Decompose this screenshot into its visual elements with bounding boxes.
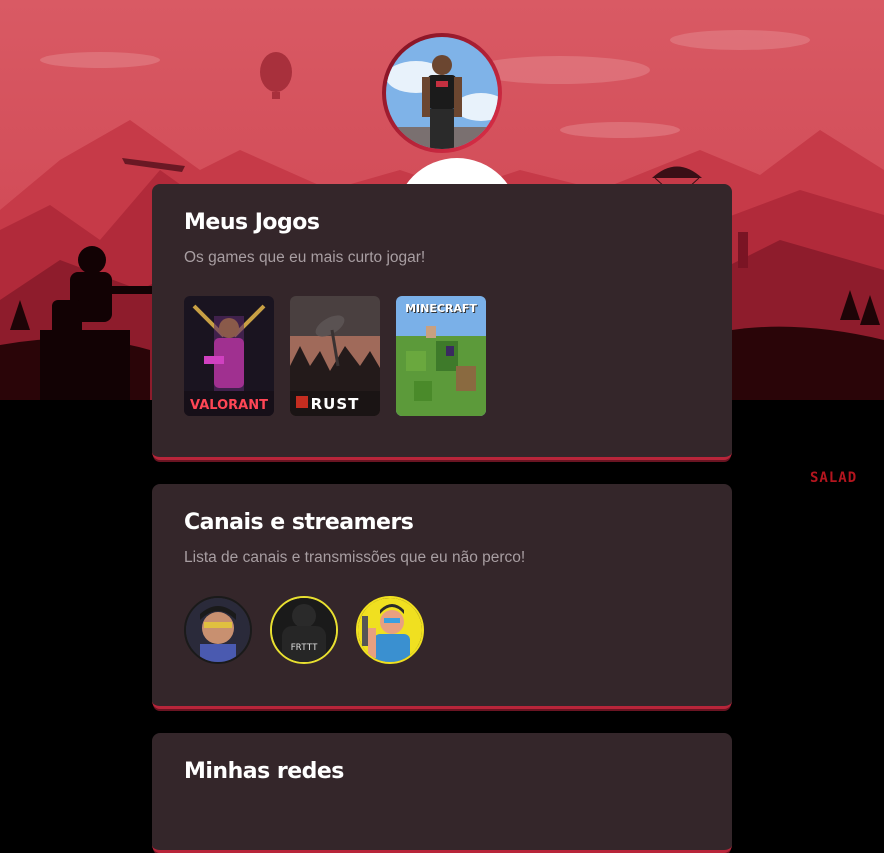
streamer-avatar-2[interactable]: FRTTT <box>270 596 338 664</box>
games-list: VALORANT RUST MINECRAFT <box>184 296 486 416</box>
tower-icon <box>738 232 748 268</box>
game-valorant[interactable]: VALORANT <box>184 296 274 416</box>
game-minecraft[interactable]: MINECRAFT <box>396 296 486 416</box>
streamer-avatar-1[interactable] <box>184 596 252 664</box>
games-card: Meus Jogos Os games que eu mais curto jo… <box>152 184 732 460</box>
social-title: Minhas redes <box>184 759 344 784</box>
streamers-list: FRTTT <box>184 596 424 664</box>
profile-avatar[interactable] <box>382 33 502 153</box>
minecraft-label: MINECRAFT <box>405 302 477 315</box>
games-title: Meus Jogos <box>184 210 320 235</box>
streamers-subtitle: Lista de canais e transmissões que eu nã… <box>184 549 526 566</box>
game-rust[interactable]: RUST <box>290 296 380 416</box>
social-card: Minhas redes <box>152 733 732 853</box>
profile-photo <box>386 37 498 149</box>
streamer-2-text: FRTTT <box>290 643 318 653</box>
streamer-avatar-3[interactable] <box>356 596 424 664</box>
salad-watermark: SALAD <box>810 470 858 486</box>
games-subtitle: Os games que eu mais curto jogar! <box>184 249 426 266</box>
streamers-title: Canais e streamers <box>184 510 414 535</box>
streamers-card: Canais e streamers Lista de canais e tra… <box>152 484 732 709</box>
rust-label: RUST <box>310 395 360 413</box>
valorant-label: VALORANT <box>190 398 268 413</box>
